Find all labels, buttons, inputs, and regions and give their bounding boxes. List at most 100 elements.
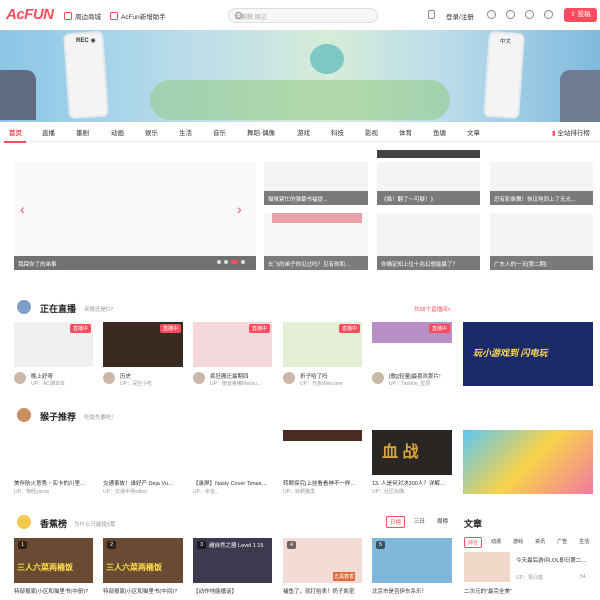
video-card-up[interactable]: UP：物经yarnis (14, 488, 93, 495)
nav-anime[interactable]: 动画 (111, 127, 124, 137)
tab-weekly[interactable]: 周榜 (434, 516, 451, 528)
article-tab[interactable]: 资讯 (532, 537, 548, 548)
rank-card-thumb[interactable]: 3 雌自然之器 Level 1 15 (193, 538, 272, 583)
video-card-thumb[interactable] (283, 430, 362, 441)
hero-tile[interactable]: 去飞的弟子你见过吗？见有你和… (264, 213, 368, 270)
live-card-thumb[interactable]: 直播中 (14, 322, 93, 367)
live-card-thumb[interactable]: 直播中 (372, 322, 452, 343)
hero-carousel[interactable]: 我踩你了的弟事 (14, 162, 256, 270)
video-card-up[interactable]: UP：社区标确 (372, 488, 452, 495)
video-card-title[interactable]: 转颗探究|上挂看看神不一样… (283, 479, 362, 487)
search-input[interactable]: 大鹅鹅 周边 (228, 8, 378, 23)
acfun-logo[interactable]: AcFUN (6, 6, 54, 23)
carousel-dot[interactable] (217, 260, 221, 264)
avatar[interactable] (103, 372, 115, 384)
mobile-icon[interactable] (428, 10, 435, 19)
rank-link[interactable]: ▮ 全站排行榜 (552, 127, 590, 137)
rank-card-title[interactable]: 【动作地能播话】 (193, 587, 272, 595)
video-card-title[interactable]: 13. 人是何对决300人？详解… (372, 479, 452, 487)
video-card-thumb[interactable] (103, 430, 183, 475)
live-card-thumb[interactable]: 直播中 (193, 322, 272, 367)
live-ad-banner[interactable]: 玩小游戏到 闪电玩 (463, 322, 593, 386)
live-card-up[interactable]: UP：深空小吃 (120, 380, 182, 387)
recommend-ad-banner[interactable] (463, 430, 593, 494)
login-link[interactable]: 登录/注册 (446, 11, 474, 21)
nav-film[interactable]: 影视 (365, 127, 378, 137)
nav-dance[interactable]: 舞蹈·偶像 (247, 127, 275, 137)
video-card-up[interactable]: UP：交通半柄video (103, 488, 183, 495)
hero-tile[interactable]: 猫咪紧忙的弹幕书福提→ (264, 162, 368, 205)
live-card-up[interactable]: UP：光板Welcome (300, 380, 362, 387)
hero-tile[interactable]: 《猫！翻了～可疑！》 (377, 162, 480, 205)
carousel-prev-icon[interactable]: ‹ (20, 201, 25, 217)
nav-sports[interactable]: 体育 (399, 127, 412, 137)
hero-tile[interactable]: 广东人的一天[第二期] (490, 213, 593, 270)
tab-daily[interactable]: 日榜 (386, 516, 406, 528)
carousel-dot[interactable] (224, 260, 228, 264)
rank-card-thumb[interactable]: 4 五黑春害 (283, 538, 362, 583)
rank-card-title[interactable]: 特部报家|小区和猫里书(中间)? (103, 587, 183, 595)
article-tab[interactable]: 游戏 (510, 537, 526, 548)
live-card-title[interactable]: 晚上好呀 (31, 372, 93, 380)
search-icon[interactable] (235, 12, 242, 19)
rank-card-thumb[interactable]: 1 三人六菜两桶饭 (14, 538, 93, 583)
rank-card-thumb[interactable]: 5 (372, 538, 452, 583)
avatar[interactable] (283, 372, 295, 384)
rank-card-title[interactable]: 北京市是否伊东杀乐！ (372, 587, 452, 595)
carousel-next-icon[interactable]: › (237, 201, 242, 217)
hero-tile[interactable]: 你确定知上位十兆幻想能赢了？ (377, 213, 480, 270)
article-thumb[interactable] (464, 552, 510, 582)
rank-card-thumb[interactable]: 2 三人六菜两桶饭 (103, 538, 183, 583)
live-card-up[interactable]: UP：AC潮本体 (31, 380, 93, 387)
nav-live[interactable]: 直播 (42, 127, 55, 137)
hero-tile[interactable]: 恐有影象舞！恢议地同上了无光… (490, 162, 593, 205)
nav-game[interactable]: 游戏 (297, 127, 310, 137)
live-card-up[interactable]: UP：Twinkle_星辰 (389, 380, 451, 387)
carousel-dot[interactable] (231, 260, 238, 264)
favorite-icon[interactable] (525, 10, 534, 19)
video-card-title[interactable]: 交通事故！谁好产 Deja Vu… (103, 479, 183, 487)
rank-card-title[interactable]: 捕鱼了，就打抬表！奶子凯密 (283, 587, 362, 595)
video-card-up[interactable]: UP：余音_ (193, 488, 272, 495)
article-tab[interactable]: 广告 (554, 537, 570, 548)
live-card-title[interactable]: 疯狂搬迁最期四 (210, 372, 272, 380)
nav-music[interactable]: 音乐 (213, 127, 226, 137)
nav-tech[interactable]: 科技 (331, 127, 344, 137)
shop-link[interactable]: 周边商城 (64, 11, 101, 21)
avatar[interactable] (193, 372, 205, 384)
nav-entertainment[interactable]: 娱乐 (145, 127, 158, 137)
article-title[interactable]: 二次元的"最完全美" (464, 587, 594, 595)
video-card-thumb[interactable]: 血 战 (372, 430, 452, 475)
live-more-link[interactable]: 共58个直播间> (414, 305, 451, 313)
video-card-title[interactable]: 美伴航火意秀・实卡的川里… (14, 479, 93, 487)
tab-three-day[interactable]: 三日 (411, 516, 428, 528)
article-tab[interactable]: 生活 (576, 537, 592, 548)
live-card-title[interactable]: 折子哈了吗 (300, 372, 362, 380)
live-card-thumb[interactable]: 直播中 (283, 322, 362, 367)
rank-card-title[interactable]: 特部报家|小区和猫里书(中册)? (14, 587, 93, 595)
carousel-dot[interactable] (241, 260, 245, 264)
video-card-thumb[interactable] (193, 430, 272, 475)
article-tab[interactable]: 动漫 (488, 537, 504, 548)
article-title[interactable]: 今天最后游评LOL即日第二… (516, 556, 594, 564)
history-icon[interactable] (506, 10, 515, 19)
video-card-title[interactable]: 【录屏】Nasty Cover Timas… (193, 479, 272, 487)
article-up[interactable]: UP：零凸笔 (516, 574, 566, 581)
nav-life[interactable]: 生活 (179, 127, 192, 137)
submit-button[interactable]: ⇧ 投稿 (564, 8, 597, 22)
video-card-thumb[interactable] (14, 430, 93, 475)
live-card-thumb[interactable]: 直播中 (103, 322, 183, 367)
nav-article[interactable]: 文章 (467, 127, 480, 137)
nav-bangumi[interactable]: 番剧 (76, 127, 89, 137)
nav-fishpond[interactable]: 鱼塘 (433, 127, 446, 137)
video-card-up[interactable]: UP：转颗猪发 (283, 488, 362, 495)
live-card-up[interactable]: UP：雨音嘟嘟Merisu… (210, 380, 272, 387)
location-icon[interactable] (544, 10, 553, 19)
live-card-title[interactable]: [歌][轻量]最喜欢那片! (389, 372, 451, 380)
helper-link[interactable]: AcFun新增助手 (110, 11, 166, 21)
message-icon[interactable] (487, 10, 496, 19)
nav-home[interactable]: 首页 (9, 127, 22, 137)
live-card-title[interactable]: 历史 (120, 372, 182, 380)
avatar[interactable] (372, 372, 384, 384)
header-banner[interactable]: REC ◉ 中文 (0, 30, 600, 122)
